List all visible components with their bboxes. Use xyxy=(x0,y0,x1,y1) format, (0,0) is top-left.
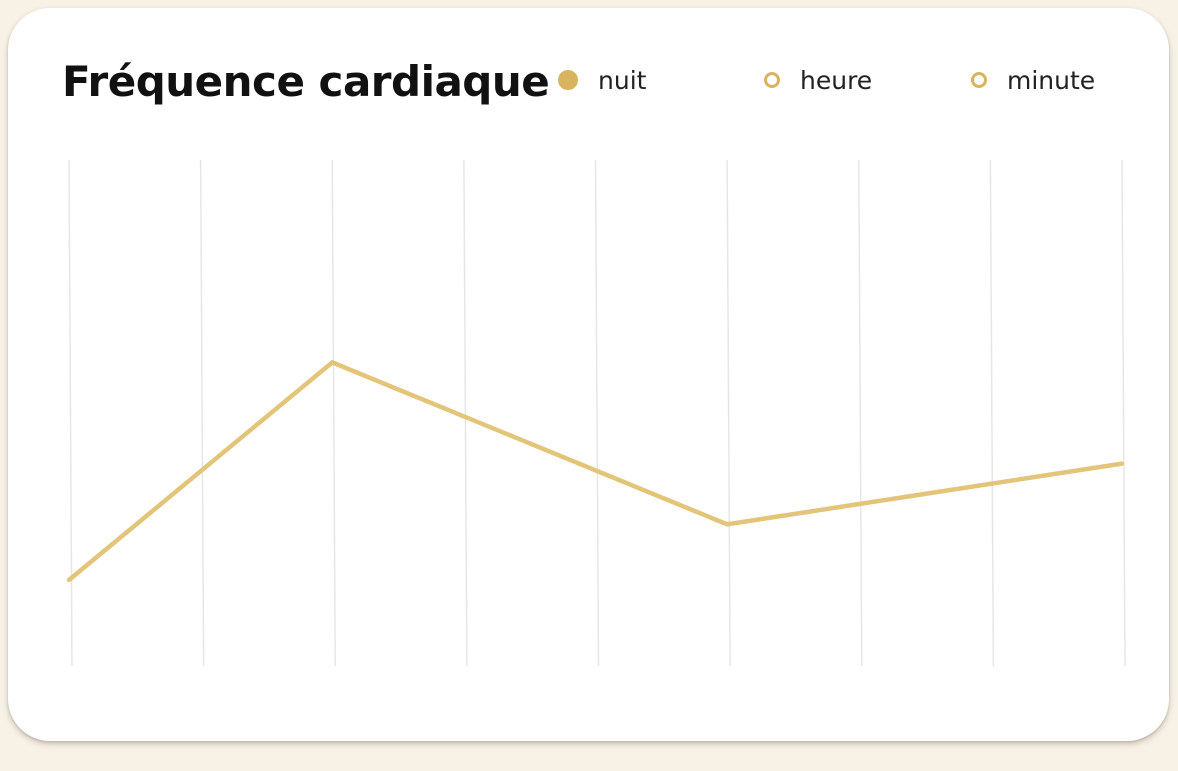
grid-line-5 xyxy=(726,159,731,667)
grid-line-4 xyxy=(594,159,600,667)
grid-line-0 xyxy=(68,159,73,667)
grid-line-1 xyxy=(199,159,205,667)
heart-rate-chart xyxy=(66,159,1126,667)
chart-series xyxy=(66,359,1125,583)
grid-line-6 xyxy=(858,159,863,667)
data-point-0 xyxy=(66,577,72,583)
grid-line-7 xyxy=(989,159,995,667)
grid-line-3 xyxy=(463,159,468,667)
chart-grid xyxy=(68,159,1126,667)
data-point-3 xyxy=(1119,461,1125,466)
grid-line-8 xyxy=(1121,159,1126,667)
series-line-nuit xyxy=(67,359,1123,582)
grid-line-2 xyxy=(331,159,336,667)
data-point-2 xyxy=(724,522,730,527)
data-point-1 xyxy=(330,360,335,365)
heart-rate-card: Fréquence cardiaque nuit heure minute xyxy=(8,8,1169,741)
